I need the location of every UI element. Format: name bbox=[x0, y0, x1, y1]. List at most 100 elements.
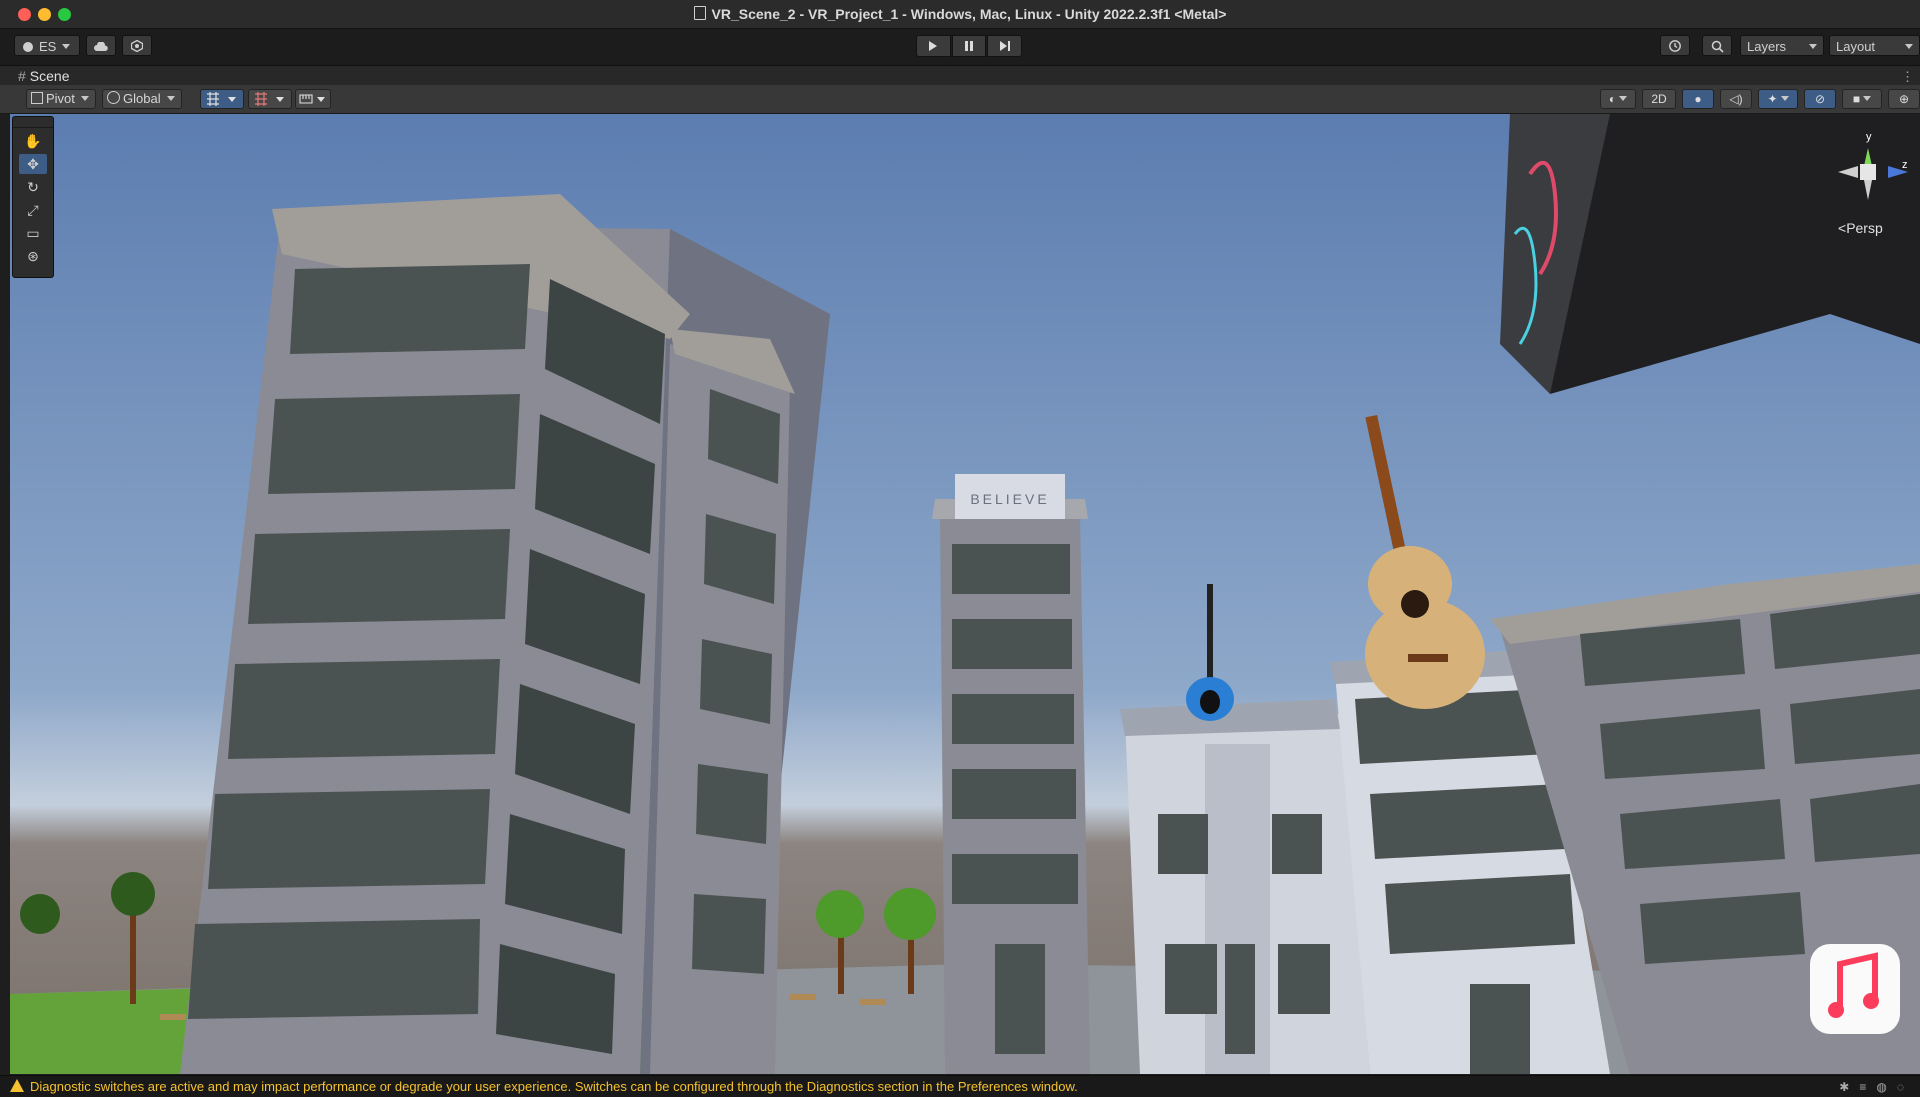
window-title: VR_Scene_2 - VR_Project_1 - Windows, Mac… bbox=[0, 6, 1920, 22]
scene-visibility-button[interactable]: ⊘ bbox=[1804, 89, 1836, 109]
grid-snapping-button[interactable] bbox=[200, 89, 244, 109]
chevron-down-icon bbox=[1863, 96, 1872, 101]
camera-icon: ■ bbox=[1852, 92, 1861, 106]
hand-icon: ✋ bbox=[24, 133, 42, 149]
move-tool[interactable]: ✥ bbox=[19, 154, 47, 174]
increment-snap-icon bbox=[255, 92, 284, 106]
projection-label: Persp bbox=[1846, 220, 1883, 236]
globe-icon bbox=[107, 91, 120, 104]
bug-icon[interactable]: ✱ bbox=[1839, 1080, 1859, 1094]
main-toolbar: ES Layers Layout bbox=[0, 29, 1920, 65]
toggle-2d-button[interactable]: 2D bbox=[1642, 89, 1676, 109]
chevron-down-icon bbox=[1780, 96, 1789, 101]
play-button[interactable] bbox=[916, 35, 951, 57]
window-title-text: VR_Scene_2 - VR_Project_1 - Windows, Mac… bbox=[711, 6, 1227, 22]
pivot-icon bbox=[31, 92, 43, 104]
believe-sign: BELIEVE bbox=[970, 491, 1049, 507]
rotate-icon: ↻ bbox=[27, 179, 39, 195]
chevron-down-icon bbox=[166, 96, 175, 101]
pivot-dropdown[interactable]: Pivot bbox=[26, 89, 96, 109]
play-icon bbox=[929, 41, 938, 51]
building-center-tower bbox=[932, 474, 1090, 1074]
status-message[interactable]: Diagnostic switches are active and may i… bbox=[30, 1079, 1078, 1094]
palette-grip[interactable] bbox=[13, 117, 53, 128]
global-label: Global bbox=[123, 91, 161, 106]
transform-tool[interactable]: ⊛ bbox=[19, 246, 47, 266]
account-dropdown[interactable]: ES bbox=[14, 35, 80, 56]
global-dropdown[interactable]: Global bbox=[102, 89, 182, 109]
cloud-button[interactable] bbox=[86, 35, 116, 56]
rotate-tool[interactable]: ↻ bbox=[19, 177, 47, 197]
effects-toggle-button[interactable]: ✦ bbox=[1758, 89, 1798, 109]
chevron-down-icon bbox=[80, 96, 89, 101]
step-button[interactable] bbox=[987, 35, 1023, 57]
layers-dropdown[interactable]: Layers bbox=[1740, 35, 1824, 56]
ruler-icon bbox=[299, 94, 325, 104]
gizmo-z-label: z bbox=[1902, 159, 1908, 171]
shading-icon: ◐ bbox=[1608, 92, 1617, 106]
scene-hash-icon: # bbox=[18, 68, 26, 84]
axis-gizmo-icon: y z bbox=[1838, 131, 1908, 200]
more-options-icon[interactable]: ⋮ bbox=[1901, 69, 1914, 85]
scene-tab-bar: # Scene ⋮ bbox=[0, 65, 1920, 86]
step-icon bbox=[999, 41, 1010, 51]
tab-scene-label: Scene bbox=[29, 68, 70, 84]
gizmos-icon: ⊕ bbox=[1898, 92, 1910, 106]
chevron-left-icon: < bbox=[1838, 220, 1847, 236]
tab-scene[interactable]: # Scene bbox=[10, 66, 70, 86]
gizmo-y-label: y bbox=[1866, 131, 1872, 143]
layout-dropdown[interactable]: Layout bbox=[1829, 35, 1920, 56]
chevron-down-icon bbox=[1809, 44, 1817, 49]
title-bar: VR_Scene_2 - VR_Project_1 - Windows, Mac… bbox=[0, 0, 1920, 29]
collab-icon bbox=[130, 39, 144, 53]
pivot-label: Pivot bbox=[46, 91, 75, 106]
transform-icon: ⊛ bbox=[27, 248, 39, 264]
lighting-toggle-button[interactable]: ● bbox=[1682, 89, 1714, 109]
camera-settings-button[interactable]: ■ bbox=[1842, 89, 1882, 109]
status-icons: ✱≡◍◌ bbox=[1839, 1080, 1914, 1094]
tool-palette: ✋ ✥ ↻ ⤢ ▭ ⊛ bbox=[12, 116, 54, 278]
undo-history-button[interactable] bbox=[1660, 35, 1690, 56]
audio-icon: ◁) bbox=[1729, 92, 1743, 106]
pause-button[interactable] bbox=[951, 35, 987, 57]
rect-tool[interactable]: ▭ bbox=[19, 223, 47, 243]
cache-icon[interactable]: ◍ bbox=[1876, 1080, 1896, 1094]
layers-label: Layers bbox=[1747, 39, 1787, 54]
lightbulb-icon: ● bbox=[1694, 92, 1702, 106]
progress-icon[interactable]: ◌ bbox=[1897, 1080, 1914, 1094]
stack-icon[interactable]: ≡ bbox=[1859, 1080, 1876, 1094]
move-icon: ✥ bbox=[27, 156, 39, 172]
scale-icon: ⤢ bbox=[27, 202, 39, 218]
rect-icon: ▭ bbox=[26, 225, 40, 241]
increment-snapping-button[interactable] bbox=[248, 89, 292, 109]
shading-mode-button[interactable]: ◐ bbox=[1600, 89, 1636, 109]
audio-toggle-button[interactable]: ◁) bbox=[1720, 89, 1752, 109]
collaborate-button[interactable] bbox=[122, 35, 152, 56]
grid-snap-icon bbox=[207, 92, 236, 106]
account-label: ES bbox=[39, 39, 57, 54]
search-button[interactable] bbox=[1702, 35, 1732, 56]
warning-icon bbox=[10, 1079, 24, 1092]
scene-view[interactable]: BELIEVE bbox=[10, 114, 1920, 1074]
projection-toggle[interactable]: <Persp bbox=[1838, 220, 1883, 236]
music-app-icon bbox=[1810, 944, 1900, 1034]
status-bar: Diagnostic switches are active and may i… bbox=[0, 1075, 1920, 1097]
scene-toolbar: Pivot Global ◐ 2D ● ◁) ✦ ⊘ ■ ⊕ bbox=[0, 85, 1920, 114]
scale-tool[interactable]: ⤢ bbox=[19, 200, 47, 220]
hand-tool[interactable]: ✋ bbox=[19, 131, 47, 151]
scene-render: BELIEVE bbox=[10, 114, 1920, 1074]
chevron-down-icon bbox=[1905, 44, 1913, 49]
search-icon bbox=[1711, 40, 1724, 53]
cloud-icon bbox=[94, 41, 108, 51]
pause-icon bbox=[965, 41, 973, 51]
document-icon bbox=[693, 6, 706, 20]
chevron-down-icon bbox=[62, 44, 71, 49]
history-icon bbox=[1669, 40, 1681, 52]
eye-slash-icon: ⊘ bbox=[1814, 92, 1826, 106]
gizmos-button[interactable]: ⊕ bbox=[1888, 89, 1920, 109]
ruler-button[interactable] bbox=[295, 89, 331, 109]
layout-label: Layout bbox=[1836, 39, 1876, 54]
effects-icon: ✦ bbox=[1767, 92, 1778, 106]
building-back-left bbox=[650, 329, 795, 1074]
chevron-down-icon bbox=[1619, 96, 1628, 101]
